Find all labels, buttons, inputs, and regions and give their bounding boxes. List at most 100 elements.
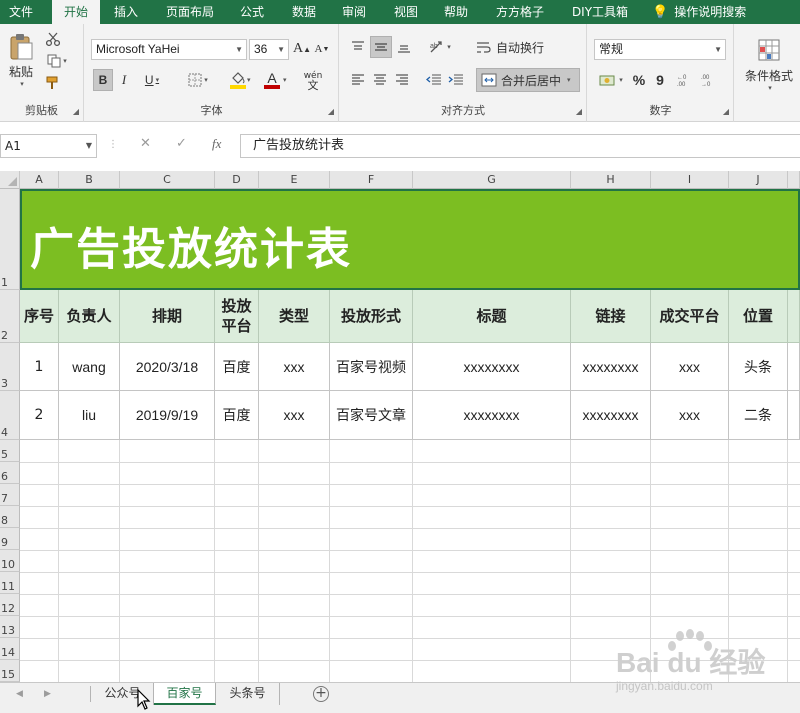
header-cell-link[interactable]: 链接 (571, 290, 651, 343)
align-left-button[interactable] (348, 68, 368, 90)
merge-center-button[interactable]: 合并后居中 ▾ (476, 68, 580, 92)
header-cell-format[interactable]: 投放形式 (330, 290, 413, 343)
name-box[interactable]: A1 ▼ (0, 134, 97, 158)
phonetic-button[interactable]: wén 文 (297, 69, 329, 93)
row-header-7[interactable]: 7 (0, 484, 20, 506)
table-cell[interactable]: 百度 (215, 343, 259, 391)
header-cell-headline[interactable]: 标题 (413, 290, 571, 343)
scroll-tabs-right-icon[interactable]: ▶ (44, 689, 51, 699)
tab-view[interactable]: 视图 (386, 0, 426, 24)
table-cell[interactable]: xxx (259, 391, 330, 440)
increase-decimal-button[interactable]: ←0.00 (676, 69, 696, 91)
add-sheet-icon[interactable]: + (313, 686, 329, 702)
header-cell-deal-platform[interactable]: 成交平台 (651, 290, 729, 343)
header-cell-platform[interactable]: 投放平台 (215, 290, 259, 343)
table-cell[interactable]: xxx (651, 391, 729, 440)
row-header-5[interactable]: 5 (0, 440, 20, 462)
sheet-tab-baijiahao[interactable]: 百家号 (154, 683, 216, 705)
title-merged-cell[interactable]: 广告投放统计表 (20, 189, 800, 290)
column-header-i[interactable]: I (651, 171, 729, 189)
header-cell-overflow[interactable] (788, 290, 800, 343)
font-size-select[interactable]: 36 ▼ (249, 39, 289, 60)
column-header-d[interactable]: D (215, 171, 259, 189)
tab-insert[interactable]: 插入 (104, 0, 148, 24)
column-header-g[interactable]: G (413, 171, 571, 189)
align-center-button[interactable] (370, 68, 390, 90)
table-cell[interactable]: 2020/3/18 (120, 343, 215, 391)
row-header-11[interactable]: 11 (0, 572, 20, 594)
tab-formulas[interactable]: 公式 (232, 0, 272, 24)
row-header-10[interactable]: 10 (0, 550, 20, 572)
underline-button[interactable]: U ▾ (137, 69, 167, 91)
table-cell[interactable]: 百家号视频 (330, 343, 413, 391)
tab-fangfang[interactable]: 方方格子 (488, 0, 552, 24)
row-header-6[interactable]: 6 (0, 462, 20, 484)
table-cell[interactable]: 2019/9/19 (120, 391, 215, 440)
tab-diy-toolbox[interactable]: DIY工具箱 (565, 0, 635, 24)
tab-review[interactable]: 审阅 (334, 0, 374, 24)
sheet-tab-toutiaohao[interactable]: 头条号 (216, 683, 280, 705)
currency-button[interactable]: ▾ (596, 69, 626, 91)
shrink-font-button[interactable]: A ▼ (313, 39, 331, 59)
formula-input[interactable]: 广告投放统计表 (240, 134, 800, 158)
column-header-e[interactable]: E (259, 171, 330, 189)
column-header-c[interactable]: C (120, 171, 215, 189)
comma-style-button[interactable]: 9 (652, 69, 668, 91)
copy-button[interactable]: ▾ (44, 52, 70, 70)
table-cell[interactable]: xxxxxxxx (571, 391, 651, 440)
tab-file[interactable]: 文件 (0, 0, 42, 24)
table-cell[interactable]: 二条 (729, 391, 788, 440)
grow-font-button[interactable]: A ▲ (293, 39, 311, 59)
row-header-4[interactable]: 4 (0, 391, 20, 440)
column-header-a[interactable]: A (20, 171, 59, 189)
header-cell-owner[interactable]: 负责人 (59, 290, 120, 343)
clipboard-launcher-icon[interactable]: ◢ (73, 107, 79, 116)
table-cell[interactable]: 头条 (729, 343, 788, 391)
column-header-b[interactable]: B (59, 171, 120, 189)
conditional-formatting-button[interactable]: 条件格式 ▾ (741, 32, 797, 96)
font-color-dropdown-icon[interactable]: ▾ (283, 76, 287, 84)
paste-button[interactable]: 粘贴 ▾ (4, 30, 38, 90)
percent-button[interactable]: % (630, 69, 648, 91)
column-header-k[interactable] (788, 171, 800, 189)
select-all-button[interactable] (0, 171, 20, 189)
tell-me-search[interactable]: 💡 操作说明搜索 (652, 0, 792, 24)
row-header-2[interactable]: 2 (0, 290, 20, 343)
decrease-indent-button[interactable] (424, 68, 444, 90)
row-header-15[interactable]: 15 (0, 660, 20, 682)
font-launcher-icon[interactable]: ◢ (328, 107, 334, 116)
formula-bar-grip-icon[interactable]: ⋮ (108, 139, 118, 150)
column-header-j[interactable]: J (729, 171, 788, 189)
header-cell-position[interactable]: 位置 (729, 290, 788, 343)
tab-help[interactable]: 帮助 (436, 0, 476, 24)
row-header-3[interactable]: 3 (0, 343, 20, 391)
bold-button[interactable]: B (93, 69, 113, 91)
number-format-select[interactable]: 常规 ▼ (594, 39, 726, 60)
table-cell[interactable]: xxxxxxxx (413, 343, 571, 391)
table-cell[interactable] (788, 391, 800, 440)
table-cell[interactable]: 2 (20, 391, 59, 440)
column-header-h[interactable]: H (571, 171, 651, 189)
table-cell[interactable]: xxx (259, 343, 330, 391)
table-cell[interactable]: liu (59, 391, 120, 440)
table-cell[interactable]: 1 (20, 343, 59, 391)
row-header-9[interactable]: 9 (0, 528, 20, 550)
header-cell-schedule[interactable]: 排期 (120, 290, 215, 343)
format-painter-button[interactable] (44, 74, 62, 92)
row-header-13[interactable]: 13 (0, 616, 20, 638)
table-cell[interactable]: xxxxxxxx (413, 391, 571, 440)
table-cell[interactable]: 百度 (215, 391, 259, 440)
enter-icon[interactable]: ✓ (176, 136, 187, 151)
fill-color-dropdown-icon[interactable]: ▾ (247, 76, 251, 84)
italic-button[interactable]: I (115, 69, 133, 91)
table-cell[interactable]: xxxxxxxx (571, 343, 651, 391)
font-name-select[interactable]: Microsoft YaHei ▼ (91, 39, 247, 60)
cut-button[interactable] (44, 30, 62, 48)
table-cell[interactable]: 百家号文章 (330, 391, 413, 440)
align-middle-button[interactable] (370, 36, 392, 58)
increase-indent-button[interactable] (446, 68, 466, 90)
number-launcher-icon[interactable]: ◢ (723, 107, 729, 116)
orientation-button[interactable]: ab ▾ (424, 36, 456, 58)
wrap-text-button[interactable]: 自动换行 (476, 36, 560, 58)
tab-page-layout[interactable]: 页面布局 (158, 0, 222, 24)
